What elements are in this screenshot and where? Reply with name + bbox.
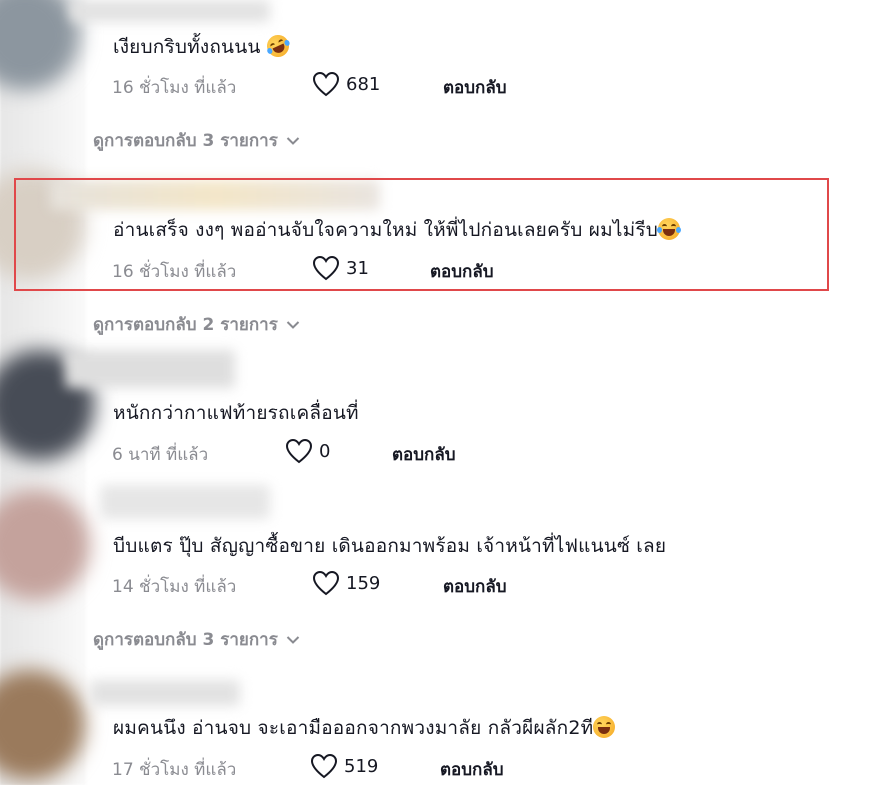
reply-button[interactable]: ตอบกลับ <box>443 573 507 600</box>
comment-text: อ่านเสร็จ งงๆ พออ่านจับใจความใหม่ ให้พี่… <box>113 215 682 245</box>
like-button[interactable]: 681 <box>312 71 380 97</box>
comment-body: อ่านเสร็จ งงๆ พออ่านจับใจความใหม่ ให้พี่… <box>113 219 659 241</box>
comment-meta: 17 ชั่วโมง ที่แล้ว <box>112 756 236 783</box>
chevron-down-icon <box>286 635 300 644</box>
grin-emoji <box>593 716 616 738</box>
like-button[interactable]: 519 <box>310 753 378 779</box>
like-button[interactable]: 159 <box>312 570 380 596</box>
heart-outline-icon <box>312 570 340 596</box>
reply-button[interactable]: ตอบกลับ <box>443 74 507 101</box>
heart-outline-icon <box>310 753 338 779</box>
rofl-emoji <box>263 31 293 61</box>
reply-button[interactable]: ตอบกลับ <box>430 258 494 285</box>
like-count: 519 <box>344 755 379 777</box>
like-button[interactable]: 31 <box>312 255 369 281</box>
chevron-down-icon <box>286 136 300 145</box>
like-count: 159 <box>346 572 381 594</box>
heart-outline-icon <box>312 71 340 97</box>
username[interactable] <box>65 350 235 388</box>
heart-outline-icon <box>312 255 340 281</box>
like-count: 0 <box>319 440 331 462</box>
timestamp: 6 นาที ที่แล้ว <box>112 445 209 465</box>
username[interactable] <box>100 485 270 519</box>
joy-emoji <box>657 218 682 240</box>
comment-meta: 16 ชั่วโมง ที่แล้ว <box>112 258 236 285</box>
comment-list: เงียบกริบทั้งถนนน 16 ชั่วโมง ที่แล้ว 681… <box>0 0 873 785</box>
view-replies-label: ดูการตอบกลับ 3 รายการ <box>93 630 278 650</box>
reply-button[interactable]: ตอบกลับ <box>392 441 456 468</box>
chevron-down-icon <box>286 320 300 329</box>
like-button[interactable]: 0 <box>285 438 330 464</box>
timestamp: 17 ชั่วโมง ที่แล้ว <box>112 760 237 780</box>
username[interactable] <box>70 0 270 22</box>
comment-meta: 6 นาที ที่แล้ว <box>112 441 208 468</box>
timestamp: 16 ชั่วโมง ที่แล้ว <box>112 78 237 98</box>
timestamp: 14 ชั่วโมง ที่แล้ว <box>112 577 237 597</box>
view-replies-label: ดูการตอบกลับ 3 รายการ <box>93 131 278 151</box>
like-count: 681 <box>346 73 381 95</box>
comment-body: บีบแตร ปุ๊บ สัญญาซื้อขาย เดินออกมาพร้อม … <box>113 535 667 557</box>
like-count: 31 <box>346 257 369 279</box>
comment-text: ผมคนนึง อ่านจบ จะเอามือออกจากพวงมาลัย กล… <box>113 713 616 743</box>
reply-button[interactable]: ตอบกลับ <box>440 756 504 783</box>
timestamp: 16 ชั่วโมง ที่แล้ว <box>112 262 237 282</box>
heart-outline-icon <box>285 438 313 464</box>
comment-meta: 14 ชั่วโมง ที่แล้ว <box>112 573 236 600</box>
username[interactable] <box>90 680 240 706</box>
comment-body: หนักกว่ากาแฟท้ายรถเคลื่อนที่ <box>113 402 359 424</box>
comment-text: บีบแตร ปุ๊บ สัญญาซื้อขาย เดินออกมาพร้อม … <box>113 531 666 561</box>
view-replies-label: ดูการตอบกลับ 2 รายการ <box>93 315 278 335</box>
comment-text: หนักกว่ากาแฟท้ายรถเคลื่อนที่ <box>113 398 359 428</box>
comment-body: เงียบกริบทั้งถนนน <box>113 36 261 58</box>
comment-text: เงียบกริบทั้งถนนน <box>113 31 293 62</box>
comment-body: ผมคนนึง อ่านจบ จะเอามือออกจากพวงมาลัย กล… <box>113 717 594 739</box>
comment-meta: 16 ชั่วโมง ที่แล้ว <box>112 74 236 101</box>
view-replies-button[interactable]: ดูการตอบกลับ 3 รายการ <box>93 626 300 653</box>
view-replies-button[interactable]: ดูการตอบกลับ 2 รายการ <box>93 311 300 338</box>
view-replies-button[interactable]: ดูการตอบกลับ 3 รายการ <box>93 127 300 154</box>
